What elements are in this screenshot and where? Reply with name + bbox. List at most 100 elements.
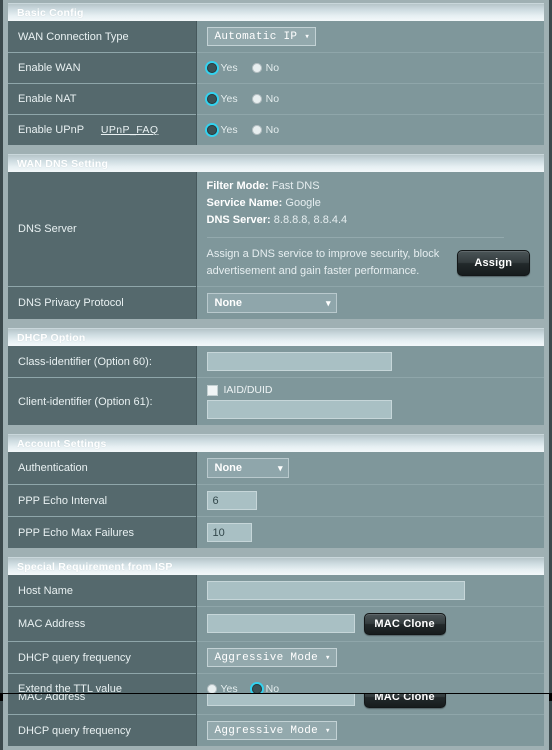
select-value: None: [214, 297, 243, 309]
dns-server-key: DNS Server:: [206, 214, 271, 226]
row-label: Enable UPnP UPnP_FAQ: [8, 114, 197, 145]
section-header-basic-config: Basic Config: [8, 3, 544, 21]
section-header-dhcp-option: DHCP Option: [8, 328, 544, 346]
enable-nat-radio-group: Yes No: [206, 93, 537, 105]
settings-panel: Basic Config WAN Connection Type Automat…: [3, 0, 549, 750]
iaid-duid-checkbox-row: IAID/DUID: [206, 384, 537, 396]
radio-yes[interactable]: Yes: [206, 93, 238, 105]
radio-dot-selected: [206, 125, 217, 135]
row-label: Enable WAN: [8, 52, 197, 84]
class-identifier-input[interactable]: [206, 352, 392, 371]
upnp-faq-link[interactable]: UPnP_FAQ: [101, 124, 158, 136]
row-label: DHCP query frequency: [8, 714, 197, 746]
radio-label: Yes: [220, 62, 238, 74]
row-label: Enable NAT: [8, 83, 197, 115]
row-value: [196, 484, 544, 517]
section-gap: [3, 548, 549, 554]
row-label: PPP Echo Interval: [8, 484, 197, 517]
divider: [206, 237, 504, 238]
iaid-duid-label: IAID/DUID: [223, 384, 273, 396]
dns-service-name: Service Name: Google: [207, 195, 537, 212]
radio-no[interactable]: No: [251, 93, 280, 105]
table-row: DNS Server Filter Mode: Fast DNS Service…: [8, 172, 544, 287]
select-value: Automatic IP: [214, 30, 298, 43]
radio-label: Yes: [220, 93, 238, 105]
row-label: Client-identifier (Option 61):: [8, 377, 197, 425]
row-value: IAID/DUID: [196, 377, 544, 425]
row-label: PPP Echo Max Failures: [8, 516, 197, 548]
table-account-settings: Authentication None ▾ PPP Echo Interval …: [8, 452, 544, 548]
section-gap: [3, 319, 549, 325]
section-header-account-settings: Account Settings: [8, 434, 544, 452]
row-value: None ▾: [196, 286, 544, 319]
section-title: Account Settings: [17, 437, 107, 450]
section-title: Basic Config: [17, 6, 84, 19]
radio-dot: [251, 125, 262, 135]
row-label: DHCP query frequency: [8, 641, 197, 674]
row-value: Automatic IP ▾: [196, 21, 544, 53]
section-gap: [3, 425, 549, 431]
dhcp-query-frequency-select[interactable]: Aggressive Mode ▾: [206, 648, 337, 667]
dns-assign-block: Assign a DNS service to improve security…: [207, 246, 537, 280]
row-value: [196, 346, 544, 378]
select-value: Aggressive Mode: [214, 651, 319, 664]
mac-address-input[interactable]: [206, 694, 355, 707]
table-wan-dns: DNS Server Filter Mode: Fast DNS Service…: [8, 172, 544, 319]
authentication-select[interactable]: None ▾: [206, 458, 289, 478]
row-value: None ▾: [196, 452, 544, 485]
section-title: Special Requirement from ISP: [17, 560, 173, 573]
mac-clone-button[interactable]: MAC Clone: [363, 694, 446, 708]
row-value: [196, 516, 544, 548]
radio-label: No: [265, 124, 280, 136]
chevron-down-icon: ▾: [304, 31, 311, 42]
radio-yes[interactable]: Yes: [206, 62, 238, 74]
radio-dot-selected: [206, 63, 217, 73]
enable-upnp-radio-group: Yes No: [206, 124, 537, 136]
radio-dot-selected: [206, 94, 217, 104]
host-name-input[interactable]: [206, 581, 465, 600]
dns-privacy-protocol-select[interactable]: None ▾: [206, 293, 337, 313]
radio-label: No: [265, 93, 280, 105]
dns-server-addresses: DNS Server: 8.8.8.8, 8.8.4.4: [207, 212, 537, 229]
dns-service-name-value: Google: [285, 197, 321, 209]
dhcp-query-frequency-select[interactable]: Aggressive Mode ▾: [206, 721, 337, 740]
enable-wan-radio-group: Yes No: [206, 62, 537, 74]
row-value: Yes No: [196, 114, 544, 145]
row-value: [196, 575, 544, 607]
table-row: Enable WAN Yes No: [8, 52, 544, 84]
mac-clone-button[interactable]: MAC Clone: [363, 613, 446, 635]
radio-yes[interactable]: Yes: [206, 124, 238, 136]
chevron-down-icon: ▾: [325, 297, 331, 308]
ppp-echo-max-failures-input[interactable]: [206, 523, 252, 542]
dns-info-block: Filter Mode: Fast DNS Service Name: Goog…: [207, 178, 537, 229]
row-value: MAC Clone: [196, 694, 544, 715]
wan-connection-type-select[interactable]: Automatic IP ▾: [206, 27, 317, 46]
row-label: Host Name: [8, 575, 197, 607]
assign-button[interactable]: Assign: [456, 250, 530, 276]
table-row: DHCP query frequency Aggressive Mode ▾: [8, 641, 544, 674]
table-dhcp-option: Class-identifier (Option 60): Client-ide…: [8, 346, 544, 425]
mac-address-input[interactable]: [206, 614, 355, 634]
table-row: PPP Echo Interval: [8, 484, 544, 517]
row-label: Authentication: [8, 452, 197, 485]
table-row: MAC Address MAC Clone: [8, 606, 544, 642]
row-value: Filter Mode: Fast DNS Service Name: Goog…: [196, 172, 544, 287]
radio-no[interactable]: No: [251, 124, 280, 136]
ppp-echo-interval-input[interactable]: [206, 491, 257, 510]
chevron-down-icon: ▾: [325, 652, 331, 663]
iaid-duid-checkbox[interactable]: [206, 384, 218, 396]
dns-filter-mode: Filter Mode: Fast DNS: [207, 178, 537, 195]
row-label: Class-identifier (Option 60):: [8, 346, 197, 378]
table-row: MAC Address MAC Clone: [8, 694, 544, 715]
dns-description: Assign a DNS service to improve security…: [206, 248, 440, 277]
dns-filter-mode-key: Filter Mode:: [206, 180, 269, 192]
section-gap: [3, 145, 549, 151]
dns-server-value: 8.8.8.8, 8.8.4.4: [273, 214, 348, 226]
radio-label: No: [265, 62, 280, 74]
table-row: DNS Privacy Protocol None ▾: [8, 286, 544, 319]
section-title: WAN DNS Setting: [17, 157, 109, 170]
row-value: Aggressive Mode ▾: [196, 714, 544, 746]
radio-no[interactable]: No: [251, 62, 280, 74]
client-identifier-input[interactable]: [206, 400, 392, 419]
table-basic-config: WAN Connection Type Automatic IP ▾ Enabl…: [8, 21, 544, 145]
